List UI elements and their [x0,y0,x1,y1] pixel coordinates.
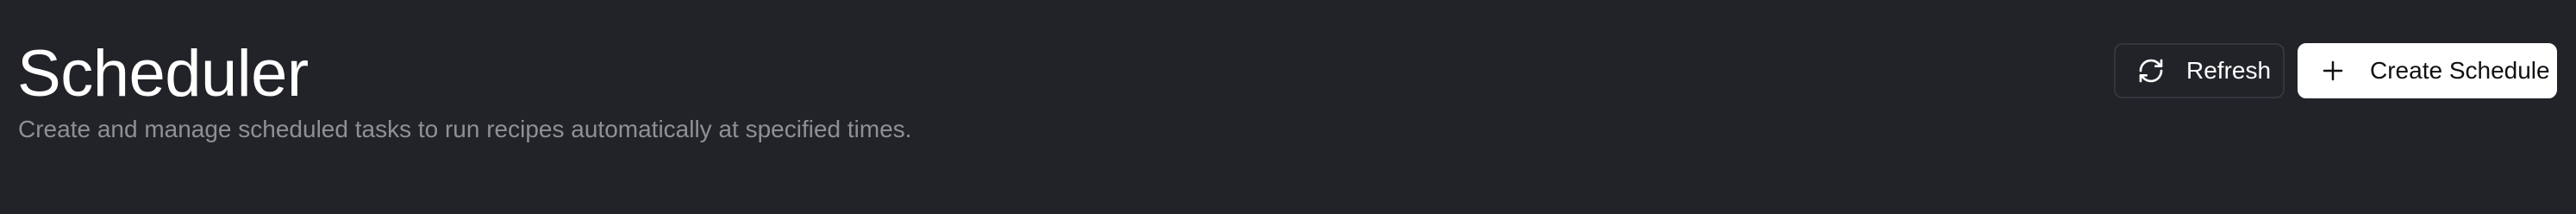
create-schedule-button[interactable]: Create Schedule [2298,43,2557,98]
refresh-button[interactable]: Refresh [2114,43,2285,98]
refresh-button-label: Refresh [2186,57,2272,84]
page-subtitle: Create and manage scheduled tasks to run… [18,116,912,142]
create-schedule-button-label: Create Schedule [2370,57,2550,84]
page-title: Scheduler [17,37,309,110]
plus-icon [2318,56,2348,85]
refresh-icon [2136,56,2166,85]
